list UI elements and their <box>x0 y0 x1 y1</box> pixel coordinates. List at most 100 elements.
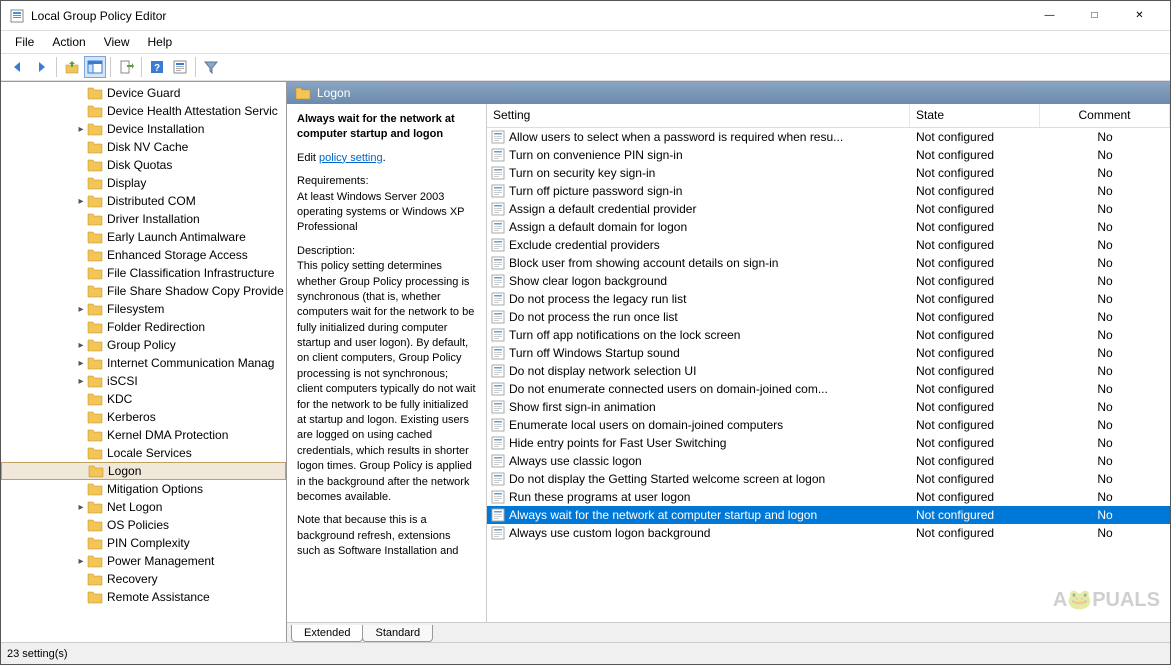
description-pane[interactable]: Always wait for the network at computer … <box>287 104 487 622</box>
tree-item[interactable]: Locale Services <box>1 444 286 462</box>
up-button[interactable] <box>61 56 83 78</box>
tree-item[interactable]: File Share Shadow Copy Provide <box>1 282 286 300</box>
content-pane: Logon Always wait for the network at com… <box>287 82 1170 642</box>
tree-item[interactable]: KDC <box>1 390 286 408</box>
tree-item[interactable]: Disk Quotas <box>1 156 286 174</box>
col-comment[interactable]: Comment <box>1040 104 1170 127</box>
tree-item[interactable]: Display <box>1 174 286 192</box>
tree-item[interactable]: Recovery <box>1 570 286 588</box>
col-state[interactable]: State <box>910 104 1040 127</box>
list-row[interactable]: Do not process the legacy run listNot co… <box>487 290 1170 308</box>
tree-item-label: Folder Redirection <box>107 320 205 334</box>
edit-policy-link[interactable]: policy setting <box>319 152 383 164</box>
list-row[interactable]: Hide entry points for Fast User Switchin… <box>487 434 1170 452</box>
menu-help[interactable]: Help <box>140 33 181 51</box>
list-row[interactable]: Run these programs at user logonNot conf… <box>487 488 1170 506</box>
list-row[interactable]: Turn off Windows Startup soundNot config… <box>487 344 1170 362</box>
tree-item[interactable]: Early Launch Antimalware <box>1 228 286 246</box>
back-button[interactable] <box>7 56 29 78</box>
cell-setting: Always use classic logon <box>487 454 910 468</box>
col-setting[interactable]: Setting <box>487 104 910 127</box>
tree-pane[interactable]: Device GuardDevice Health Attestation Se… <box>1 82 287 642</box>
tree-item[interactable]: Driver Installation <box>1 210 286 228</box>
tree-item[interactable]: Disk NV Cache <box>1 138 286 156</box>
policy-icon <box>491 472 505 486</box>
tree-item[interactable]: Enhanced Storage Access <box>1 246 286 264</box>
expander-icon[interactable]: ▸ <box>75 124 87 135</box>
cell-state: Not configured <box>910 202 1040 216</box>
expander-icon[interactable]: ▸ <box>75 358 87 369</box>
list-row[interactable]: Turn off picture password sign-inNot con… <box>487 182 1170 200</box>
tree-item[interactable]: Remote Assistance <box>1 588 286 606</box>
list-row[interactable]: Show first sign-in animationNot configur… <box>487 398 1170 416</box>
list-row[interactable]: Do not display the Getting Started welco… <box>487 470 1170 488</box>
list-row[interactable]: Assign a default domain for logonNot con… <box>487 218 1170 236</box>
tree-item[interactable]: ▸Internet Communication Manag <box>1 354 286 372</box>
list-row[interactable]: Do not process the run once listNot conf… <box>487 308 1170 326</box>
list-row[interactable]: Allow users to select when a password is… <box>487 128 1170 146</box>
minimize-button[interactable]: — <box>1027 2 1072 30</box>
tree-item[interactable]: Logon <box>1 462 286 480</box>
tree-item[interactable]: ▸Device Installation <box>1 120 286 138</box>
tree-item[interactable]: Kernel DMA Protection <box>1 426 286 444</box>
forward-button[interactable] <box>30 56 52 78</box>
list-row[interactable]: Enumerate local users on domain-joined c… <box>487 416 1170 434</box>
expander-icon[interactable]: ▸ <box>75 304 87 315</box>
filter-button[interactable] <box>200 56 222 78</box>
tree-item[interactable]: Device Health Attestation Servic <box>1 102 286 120</box>
list-row[interactable]: Do not enumerate connected users on doma… <box>487 380 1170 398</box>
view-tabs: Extended Standard <box>287 622 1170 642</box>
titlebar: Local Group Policy Editor — □ ✕ <box>1 1 1170 31</box>
export-button[interactable] <box>115 56 137 78</box>
expander-icon[interactable]: ▸ <box>75 196 87 207</box>
expander-icon[interactable]: ▸ <box>75 502 87 513</box>
tree-item[interactable]: Device Guard <box>1 84 286 102</box>
expander-icon[interactable]: ▸ <box>75 376 87 387</box>
list-row[interactable]: Assign a default credential providerNot … <box>487 200 1170 218</box>
list-body[interactable]: Allow users to select when a password is… <box>487 128 1170 622</box>
tree-item[interactable]: OS Policies <box>1 516 286 534</box>
tree-item[interactable]: File Classification Infrastructure <box>1 264 286 282</box>
tree-item[interactable]: PIN Complexity <box>1 534 286 552</box>
list-row[interactable]: Always use custom logon backgroundNot co… <box>487 524 1170 542</box>
cell-comment: No <box>1040 274 1170 288</box>
list-row[interactable]: Always wait for the network at computer … <box>487 506 1170 524</box>
tree-item[interactable]: Mitigation Options <box>1 480 286 498</box>
tree-item[interactable]: ▸Filesystem <box>1 300 286 318</box>
menu-action[interactable]: Action <box>44 33 93 51</box>
list-row[interactable]: Turn on convenience PIN sign-inNot confi… <box>487 146 1170 164</box>
close-button[interactable]: ✕ <box>1117 2 1162 30</box>
list-row[interactable]: Block user from showing account details … <box>487 254 1170 272</box>
expander-icon[interactable]: ▸ <box>75 340 87 351</box>
help-button[interactable]: ? <box>146 56 168 78</box>
tree-item[interactable]: ▸Power Management <box>1 552 286 570</box>
policy-icon <box>491 328 505 342</box>
tree-item[interactable]: ▸Distributed COM <box>1 192 286 210</box>
list-row[interactable]: Turn off app notifications on the lock s… <box>487 326 1170 344</box>
tab-standard[interactable]: Standard <box>362 625 433 642</box>
list-row[interactable]: Do not display network selection UINot c… <box>487 362 1170 380</box>
list-row[interactable]: Always use classic logonNot configuredNo <box>487 452 1170 470</box>
menu-file[interactable]: File <box>7 33 42 51</box>
tab-extended[interactable]: Extended <box>291 625 363 642</box>
tree-item[interactable]: Folder Redirection <box>1 318 286 336</box>
tree-item[interactable]: ▸Group Policy <box>1 336 286 354</box>
cell-comment: No <box>1040 346 1170 360</box>
maximize-button[interactable]: □ <box>1072 2 1117 30</box>
tree-item[interactable]: Kerberos <box>1 408 286 426</box>
show-hide-tree-button[interactable] <box>84 56 106 78</box>
cell-setting: Turn off Windows Startup sound <box>487 346 910 360</box>
folder-icon <box>295 86 311 100</box>
list-row[interactable]: Show clear logon backgroundNot configure… <box>487 272 1170 290</box>
list-header: Setting State Comment <box>487 104 1170 128</box>
cell-comment: No <box>1040 436 1170 450</box>
tree-item[interactable]: ▸Net Logon <box>1 498 286 516</box>
tree-item[interactable]: ▸iSCSI <box>1 372 286 390</box>
cell-setting: Turn off picture password sign-in <box>487 184 910 198</box>
properties-button[interactable] <box>169 56 191 78</box>
menu-view[interactable]: View <box>96 33 138 51</box>
folder-icon <box>87 86 103 100</box>
list-row[interactable]: Exclude credential providersNot configur… <box>487 236 1170 254</box>
expander-icon[interactable]: ▸ <box>75 556 87 567</box>
list-row[interactable]: Turn on security key sign-inNot configur… <box>487 164 1170 182</box>
